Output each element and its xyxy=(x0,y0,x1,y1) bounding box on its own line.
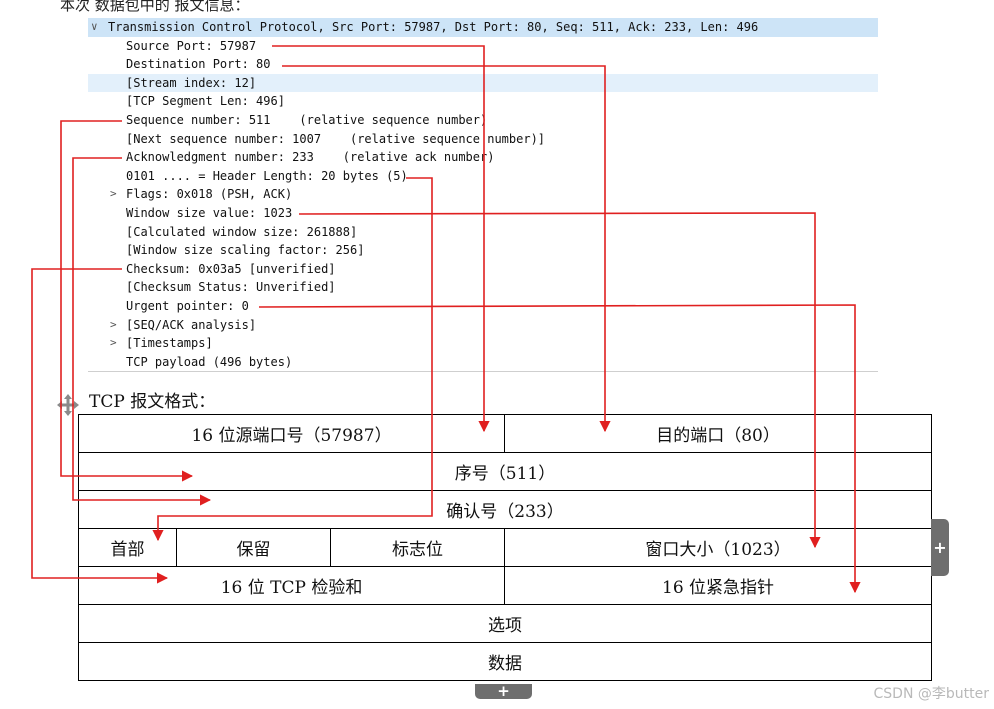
tree-row-destination-port[interactable]: Destination Port: 80 xyxy=(88,55,878,74)
urgent-pointer-cell: 16 位紧急指针 xyxy=(504,566,933,605)
tree-row-header-length[interactable]: 0101 .... = Header Length: 20 bytes (5) xyxy=(88,167,878,186)
table-row: 16 位 TCP 检验和 16 位紧急指针 xyxy=(77,566,933,605)
tree-row-flags[interactable]: > Flags: 0x018 (PSH, ACK) xyxy=(88,185,878,204)
tree-row-window-size[interactable]: Window size value: 1023 xyxy=(88,204,878,223)
tree-row-timestamps[interactable]: > [Timestamps] xyxy=(88,334,878,353)
window-cell: 窗口大小（1023） xyxy=(504,528,933,567)
tree-row-window-scaling[interactable]: [Window size scaling factor: 256] xyxy=(88,241,878,260)
tree-bottom-divider xyxy=(88,371,878,372)
tree-row-checksum-status[interactable]: [Checksum Status: Unverified] xyxy=(88,278,878,297)
header-length-cell: 首部 xyxy=(78,528,177,567)
data-cell: 数据 xyxy=(77,642,933,681)
seq-cell: 序号（511） xyxy=(77,452,933,491)
checksum-cell: 16 位 TCP 检验和 xyxy=(77,566,506,605)
tree-row-urgent-pointer[interactable]: Urgent pointer: 0 xyxy=(88,297,878,316)
ack-cell: 确认号（233） xyxy=(77,490,933,529)
tree-row-calc-window[interactable]: [Calculated window size: 261888] xyxy=(88,223,878,242)
table-row: 数据 xyxy=(77,642,933,681)
tree-row-sequence-number[interactable]: Sequence number: 511 (relative sequence … xyxy=(88,111,878,130)
chevron-right-icon[interactable]: > xyxy=(110,334,117,353)
dest-port-cell: 目的端口（80） xyxy=(504,414,933,453)
top-cut-text: 本次 数据包中的 报文信息： xyxy=(60,0,250,14)
tree-row-tcp-header[interactable]: ∨ Transmission Control Protocol, Src Por… xyxy=(88,18,878,37)
chevron-right-icon[interactable]: > xyxy=(110,316,117,335)
format-caption: TCP 报文格式： xyxy=(89,392,216,412)
table-row: 序号（511） xyxy=(77,452,933,491)
tree-row-ack-number[interactable]: Acknowledgment number: 233 (relative ack… xyxy=(88,148,878,167)
tcp-format-table: 16 位源端口号（57987） 目的端口（80） 序号（511） 确认号（233… xyxy=(77,414,933,681)
tree-row-source-port[interactable]: Source Port: 57987 xyxy=(88,37,878,56)
source-port-cell: 16 位源端口号（57987） xyxy=(77,414,506,453)
chevron-right-icon[interactable]: > xyxy=(110,185,117,204)
options-cell: 选项 xyxy=(77,604,933,643)
table-row: 首部 保留 标志位 窗口大小（1023） xyxy=(78,528,933,567)
chevron-down-icon[interactable]: ∨ xyxy=(91,18,98,37)
move-handle-icon[interactable] xyxy=(56,393,80,417)
tree-row-checksum[interactable]: Checksum: 0x03a5 [unverified] xyxy=(88,260,878,279)
reserved-cell: 保留 xyxy=(176,528,331,567)
watermark: CSDN @李butter xyxy=(873,686,989,702)
tree-row-segment-len[interactable]: [TCP Segment Len: 496] xyxy=(88,92,878,111)
tree-row-tcp-payload[interactable]: TCP payload (496 bytes) xyxy=(88,353,878,372)
table-row: 确认号（233） xyxy=(77,490,933,529)
tree-row-next-sequence[interactable]: [Next sequence number: 1007 (relative se… xyxy=(88,130,878,149)
flags-cell: 标志位 xyxy=(329,528,506,567)
add-row-plus-icon[interactable]: + xyxy=(475,684,532,699)
tree-row-stream-index[interactable]: [Stream index: 12] xyxy=(88,73,878,93)
table-row: 16 位源端口号（57987） 目的端口（80） xyxy=(77,414,933,453)
table-row: 选项 xyxy=(77,604,933,643)
add-column-plus-icon[interactable]: + xyxy=(931,519,949,576)
tree-row-seq-ack-analysis[interactable]: > [SEQ/ACK analysis] xyxy=(88,316,878,335)
